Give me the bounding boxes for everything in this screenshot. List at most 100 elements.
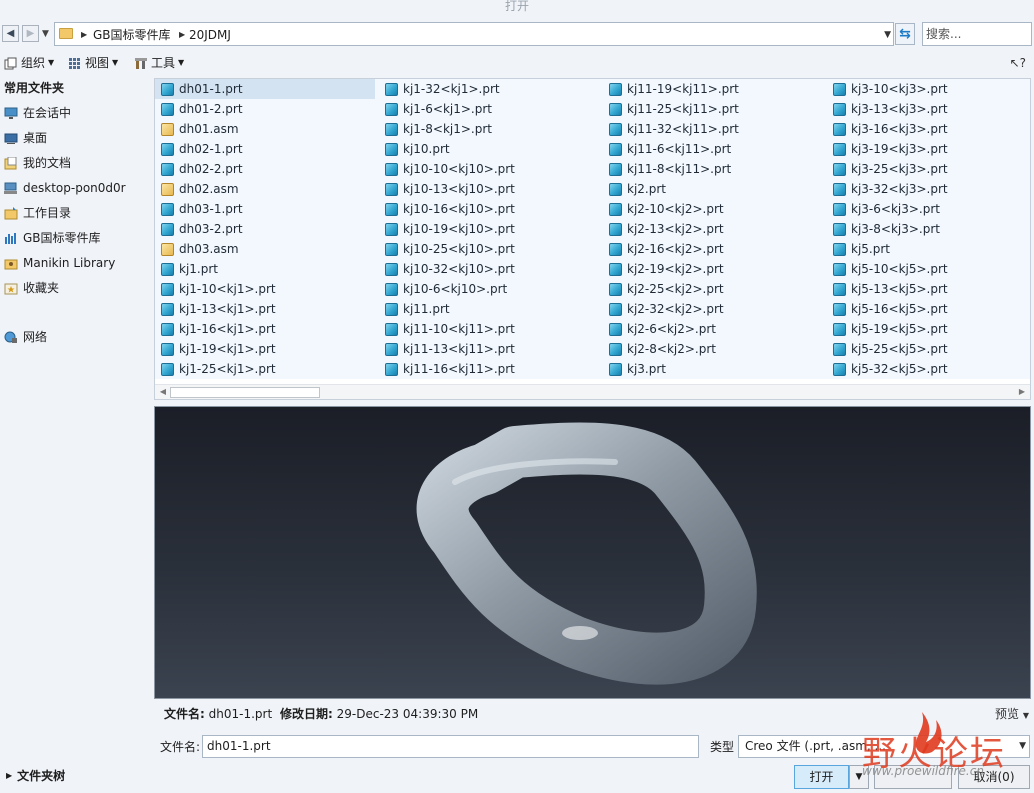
file-item[interactable]: kj2-6<kj2>.prt [603,319,827,339]
file-item[interactable]: dh03-2.prt [155,219,379,239]
breadcrumb-separator-icon[interactable]: ▶ [179,27,185,43]
file-item[interactable]: kj5-10<kj5>.prt [827,259,1034,279]
spare-button[interactable] [874,765,952,789]
model-preview[interactable] [154,406,1031,699]
search-input[interactable]: 搜索... [922,22,1032,46]
sidebar-item-desktop[interactable]: 桌面 [4,129,47,147]
sidebar-item-network[interactable]: 网络 [4,328,47,346]
scrollbar-thumb[interactable] [170,387,320,398]
forward-button[interactable]: ▶ [22,25,39,42]
file-item[interactable]: kj10-25<kj10>.prt [379,239,603,259]
file-type-select[interactable]: Creo 文件 (.prt, .asm, ... ▼ [738,735,1030,758]
sidebar-item-documents[interactable]: 我的文档 [4,154,71,172]
file-item[interactable]: kj2-32<kj2>.prt [603,299,827,319]
sidebar-item-manikin-library[interactable]: Manikin Library [4,254,115,272]
file-item[interactable]: kj11-10<kj11>.prt [379,319,603,339]
file-name: kj10-25<kj10>.prt [403,242,515,256]
breadcrumb-20jdmj[interactable]: 20JDMJ [189,27,231,43]
horizontal-scrollbar[interactable]: ◀ ▶ [155,384,1030,399]
file-item[interactable]: kj1-16<kj1>.prt [155,319,379,339]
file-item[interactable]: kj10-6<kj10>.prt [379,279,603,299]
file-item[interactable]: kj10-19<kj10>.prt [379,219,603,239]
file-item[interactable]: kj3.prt [603,359,827,379]
file-name: kj2-13<kj2>.prt [627,222,724,236]
file-item[interactable]: kj3-10<kj3>.prt [827,79,1034,99]
file-item[interactable]: kj10-32<kj10>.prt [379,259,603,279]
file-item[interactable]: kj11-16<kj11>.prt [379,359,603,379]
file-item[interactable]: dh03-1.prt [155,199,379,219]
file-item[interactable]: kj11.prt [379,299,603,319]
scroll-right-icon[interactable]: ▶ [1016,386,1028,398]
file-item[interactable]: kj10-16<kj10>.prt [379,199,603,219]
file-item[interactable]: kj1-19<kj1>.prt [155,339,379,359]
file-item[interactable]: kj2-8<kj2>.prt [603,339,827,359]
file-item[interactable]: kj11-32<kj11>.prt [603,119,827,139]
file-item[interactable]: kj1-8<kj1>.prt [379,119,603,139]
file-item[interactable]: kj5-16<kj5>.prt [827,299,1034,319]
sidebar-item-computer[interactable]: desktop-pon0d0r [4,179,126,197]
file-item[interactable]: kj5-13<kj5>.prt [827,279,1034,299]
file-item[interactable]: kj5-32<kj5>.prt [827,359,1034,379]
file-item[interactable]: dh01-2.prt [155,99,379,119]
file-item[interactable]: kj3-6<kj3>.prt [827,199,1034,219]
breadcrumb-separator-icon[interactable]: ▶ [81,27,87,43]
file-item[interactable]: kj3-16<kj3>.prt [827,119,1034,139]
sidebar-item-in-session[interactable]: 在会话中 [4,104,71,122]
tools-menu[interactable]: 工具 ▼ [134,54,184,72]
file-item[interactable]: kj1-32<kj1>.prt [379,79,603,99]
back-button[interactable]: ◀ [2,25,19,42]
file-item[interactable]: kj11-13<kj11>.prt [379,339,603,359]
file-item[interactable]: kj10-13<kj10>.prt [379,179,603,199]
file-item[interactable]: kj11-25<kj11>.prt [603,99,827,119]
file-item[interactable]: kj1-13<kj1>.prt [155,299,379,319]
file-item[interactable]: dh03.asm [155,239,379,259]
file-item[interactable]: kj10-10<kj10>.prt [379,159,603,179]
file-item[interactable]: kj10.prt [379,139,603,159]
file-item[interactable]: dh01.asm [155,119,379,139]
file-item[interactable]: kj3-32<kj3>.prt [827,179,1034,199]
organize-menu[interactable]: 组织 ▼ [4,54,54,72]
file-item[interactable]: kj1-6<kj1>.prt [379,99,603,119]
file-item[interactable]: kj1.prt [155,259,379,279]
file-item[interactable]: kj2-10<kj2>.prt [603,199,827,219]
file-item[interactable]: dh01-1.prt [155,79,375,99]
breadcrumb-gb-library[interactable]: GB国标零件库 [93,27,171,43]
filename-input[interactable]: dh01-1.prt [202,735,699,758]
file-item[interactable]: kj2-19<kj2>.prt [603,259,827,279]
toolbar: 组织 ▼ 视图 ▼ 工具 ▼ ↖? [0,52,1034,74]
open-button[interactable]: 打开 [794,765,849,789]
file-item[interactable]: kj11-6<kj11>.prt [603,139,827,159]
file-item[interactable]: kj5.prt [827,239,1034,259]
sidebar-item-gb-library[interactable]: GB国标零件库 [4,229,101,247]
file-item[interactable]: kj2-25<kj2>.prt [603,279,827,299]
file-item[interactable]: kj2-13<kj2>.prt [603,219,827,239]
views-menu[interactable]: 视图 ▼ [68,54,118,72]
file-item[interactable]: kj3-19<kj3>.prt [827,139,1034,159]
file-item[interactable]: kj3-8<kj3>.prt [827,219,1034,239]
file-item[interactable]: kj5-19<kj5>.prt [827,319,1034,339]
file-item[interactable]: dh02-1.prt [155,139,379,159]
file-item[interactable]: kj11-8<kj11>.prt [603,159,827,179]
help-button[interactable]: ↖? [1010,55,1026,71]
file-item[interactable]: dh02-2.prt [155,159,379,179]
file-item[interactable]: kj2-16<kj2>.prt [603,239,827,259]
address-bar[interactable]: ▶ GB国标零件库 ▶ 20JDMJ ▼ [54,22,894,46]
refresh-button[interactable]: ⇆ [895,23,915,45]
sidebar-item-working-dir[interactable]: 工作目录 [4,204,71,222]
address-dropdown-icon[interactable]: ▼ [884,27,891,43]
folder-tree-toggle[interactable]: ▶ 文件夹树 [6,768,65,784]
file-item[interactable]: kj5-25<kj5>.prt [827,339,1034,359]
cancel-button[interactable]: 取消(0) [958,765,1030,789]
file-item[interactable]: kj1-25<kj1>.prt [155,359,379,379]
history-dropdown[interactable]: ▼ [42,27,52,41]
preview-toggle[interactable]: 预览 ▼ [995,704,1029,726]
sidebar-item-favorites[interactable]: 收藏夹 [4,279,59,297]
open-options-dropdown[interactable]: ▼ [849,765,869,789]
file-item[interactable]: dh02.asm [155,179,379,199]
file-item[interactable]: kj3-25<kj3>.prt [827,159,1034,179]
scroll-left-icon[interactable]: ◀ [157,386,169,398]
file-item[interactable]: kj2.prt [603,179,827,199]
file-item[interactable]: kj3-13<kj3>.prt [827,99,1034,119]
file-item[interactable]: kj11-19<kj11>.prt [603,79,827,99]
file-item[interactable]: kj1-10<kj1>.prt [155,279,379,299]
